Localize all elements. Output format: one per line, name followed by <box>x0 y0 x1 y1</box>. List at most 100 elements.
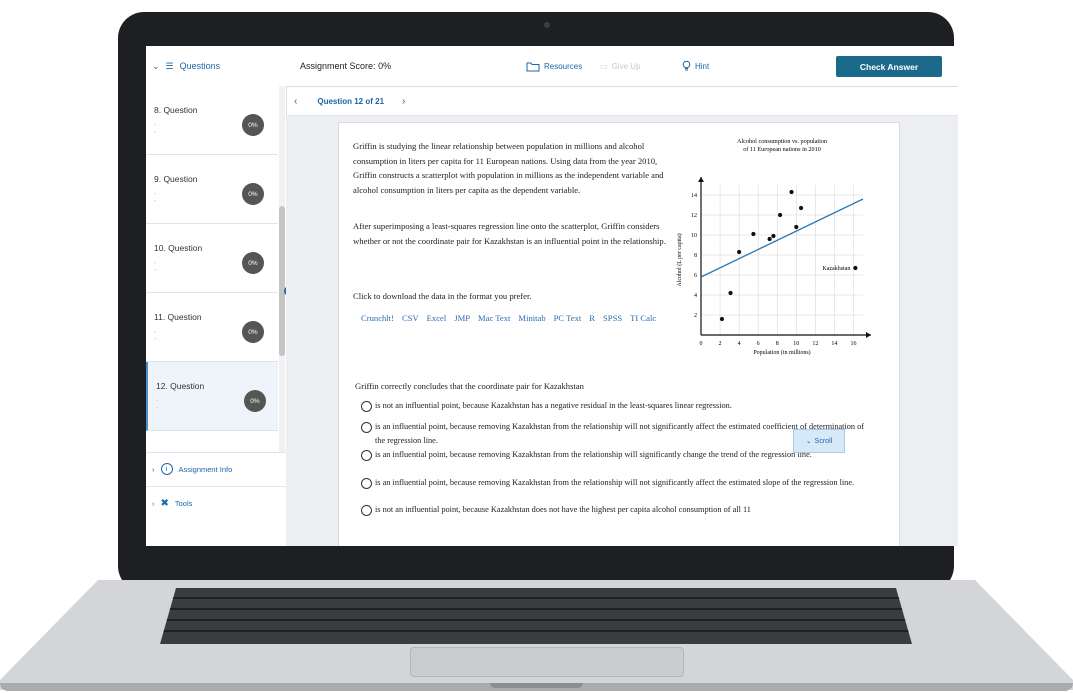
data-point <box>771 233 776 239</box>
questions-toggle[interactable]: ⌄ ☰ Questions <box>146 46 292 86</box>
question-status: -- <box>154 260 157 274</box>
chart-subtitle: of 11 European nations in 2010 <box>743 146 821 153</box>
questions-label: Questions <box>179 61 221 71</box>
answer-option[interactable]: is an influential point, because removin… <box>361 476 875 490</box>
assignment-info-label: Assignment Info <box>178 464 233 474</box>
chart-title: Alcohol consumption vs. population <box>737 138 827 145</box>
x-tick-label: 4 <box>738 341 741 347</box>
assignment-score-label: Assignment Score: <box>300 61 376 71</box>
x-tick-label: 0 <box>700 341 703 347</box>
data-point <box>728 290 733 296</box>
data-point <box>751 231 756 237</box>
radio-button[interactable] <box>361 478 372 489</box>
x-tick-label: 16 <box>850 341 856 347</box>
assignment-score-value: 0% <box>378 61 392 71</box>
sidebar-question-item[interactable]: 8. Question - - 0% <box>146 86 278 155</box>
keyboard <box>160 588 912 644</box>
data-point <box>794 224 799 230</box>
list-icon: ☰ <box>165 60 174 71</box>
question-score-badge: 0% <box>242 321 264 343</box>
download-format-link[interactable]: CSV <box>402 313 419 323</box>
hint-button[interactable]: Hint <box>682 56 709 76</box>
y-tick-label: 12 <box>691 213 697 219</box>
tools-button[interactable]: › ✖ Tools <box>146 486 292 519</box>
download-format-link[interactable]: PC Text <box>554 313 582 323</box>
chevron-down-icon: ⌄ <box>805 438 812 445</box>
x-tick-label: 14 <box>831 341 837 347</box>
sidebar-question-item[interactable]: 13. Question-- <box>146 431 278 452</box>
y-tick-label: 14 <box>691 193 697 199</box>
question-context: After superimposing a least-squares regr… <box>353 221 666 246</box>
key-row <box>160 619 912 630</box>
top-bar: ⌄ ☰ Questions Assignment Score: 0% Resou… <box>146 46 958 87</box>
question-label: 11. Question <box>154 312 202 322</box>
sidebar-question-item[interactable]: 10. Question - - 0% <box>146 224 278 293</box>
next-question-button[interactable]: › <box>402 96 405 107</box>
download-format-link[interactable]: SPSS <box>603 313 622 323</box>
radio-button[interactable] <box>361 422 372 433</box>
answer-option[interactable]: is not an influential point, because Kaz… <box>361 399 875 413</box>
scroll-label: Scroll <box>814 437 833 445</box>
x-tick-label: 10 <box>793 341 799 347</box>
answer-option-text: is an influential point, because removin… <box>375 422 865 445</box>
question-sidebar: 8. Question - -0% 9. Question - -0% 10. Questi… <box>146 86 292 546</box>
sidebar-question-item[interactable]: 11. Question - - 0% <box>146 293 278 362</box>
lightbulb-icon <box>682 60 691 71</box>
tools-label: Tools <box>174 498 193 508</box>
x-axis-arrow-icon <box>866 332 871 338</box>
radio-button[interactable] <box>361 401 372 412</box>
laptop-notch <box>490 683 583 688</box>
data-point <box>767 236 772 242</box>
radio-button[interactable] <box>361 505 372 516</box>
data-point <box>853 265 858 271</box>
scroll-button[interactable]: ⌄ Scroll <box>793 429 845 453</box>
data-point <box>789 189 794 195</box>
question-card: Griffin is studying the linear relations… <box>338 122 900 546</box>
folder-icon <box>526 62 540 71</box>
download-format-link[interactable]: Crunchlt! <box>361 313 394 323</box>
chevron-down-icon: ⌄ <box>152 60 160 71</box>
sidebar-question-item[interactable]: 12. Question - - 0% <box>146 362 278 431</box>
download-format-link[interactable]: Excel <box>427 313 447 323</box>
question-score-badge: 0% <box>242 252 264 274</box>
radio-button[interactable] <box>361 450 372 461</box>
y-tick-label: 4 <box>694 293 697 299</box>
key-row <box>160 630 912 641</box>
answer-option-text: is not an influential point, because Kaz… <box>375 505 751 514</box>
download-format-link[interactable]: Minitab <box>518 313 545 323</box>
trackpad <box>410 647 684 677</box>
resources-button[interactable]: Resources <box>526 56 582 76</box>
y-tick-label: 6 <box>694 273 697 279</box>
question-stem: Griffin correctly concludes that the coo… <box>355 381 584 391</box>
assignment-info-button[interactable]: › i Assignment Info <box>146 452 292 485</box>
chevron-right-icon: › <box>152 498 155 508</box>
answer-option[interactable]: is not an influential point, because Kaz… <box>361 503 875 517</box>
sidebar-question-item[interactable]: 9. Question - - 0% <box>146 155 278 224</box>
download-format-link[interactable]: TI Calc <box>630 313 656 323</box>
webcam-icon <box>544 22 550 28</box>
sidebar-scroll-thumb[interactable] <box>279 206 285 356</box>
data-point <box>719 316 725 322</box>
download-format-link[interactable]: R <box>589 313 595 323</box>
key-row <box>160 597 912 608</box>
previous-question-button[interactable]: ‹ <box>294 96 297 107</box>
question-status: -- <box>156 398 159 412</box>
y-axis-arrow-icon <box>698 177 704 182</box>
question-label: 9. Question <box>154 174 198 184</box>
check-answer-button[interactable]: Check Answer <box>836 56 942 77</box>
download-format-link[interactable]: Mac Text <box>478 313 510 323</box>
key-row <box>160 608 912 619</box>
assignment-score: Assignment Score: 0% <box>300 61 391 71</box>
disabled-label: Give Up <box>611 61 641 71</box>
question-status: -- <box>154 122 157 136</box>
sidebar-scrollbar[interactable] <box>279 86 285 452</box>
data-point <box>777 212 783 218</box>
resources-label: Resources <box>544 61 583 71</box>
download-format-link[interactable]: JMP <box>454 313 470 323</box>
info-icon: i <box>160 463 173 475</box>
question-label: 10. Question <box>154 243 203 253</box>
question-status: -- <box>154 329 157 343</box>
question-label: 8. Question <box>154 105 198 115</box>
answer-option-text: is an influential point, because removin… <box>375 478 855 487</box>
main-content: Griffin is studying the linear relations… <box>286 116 958 546</box>
